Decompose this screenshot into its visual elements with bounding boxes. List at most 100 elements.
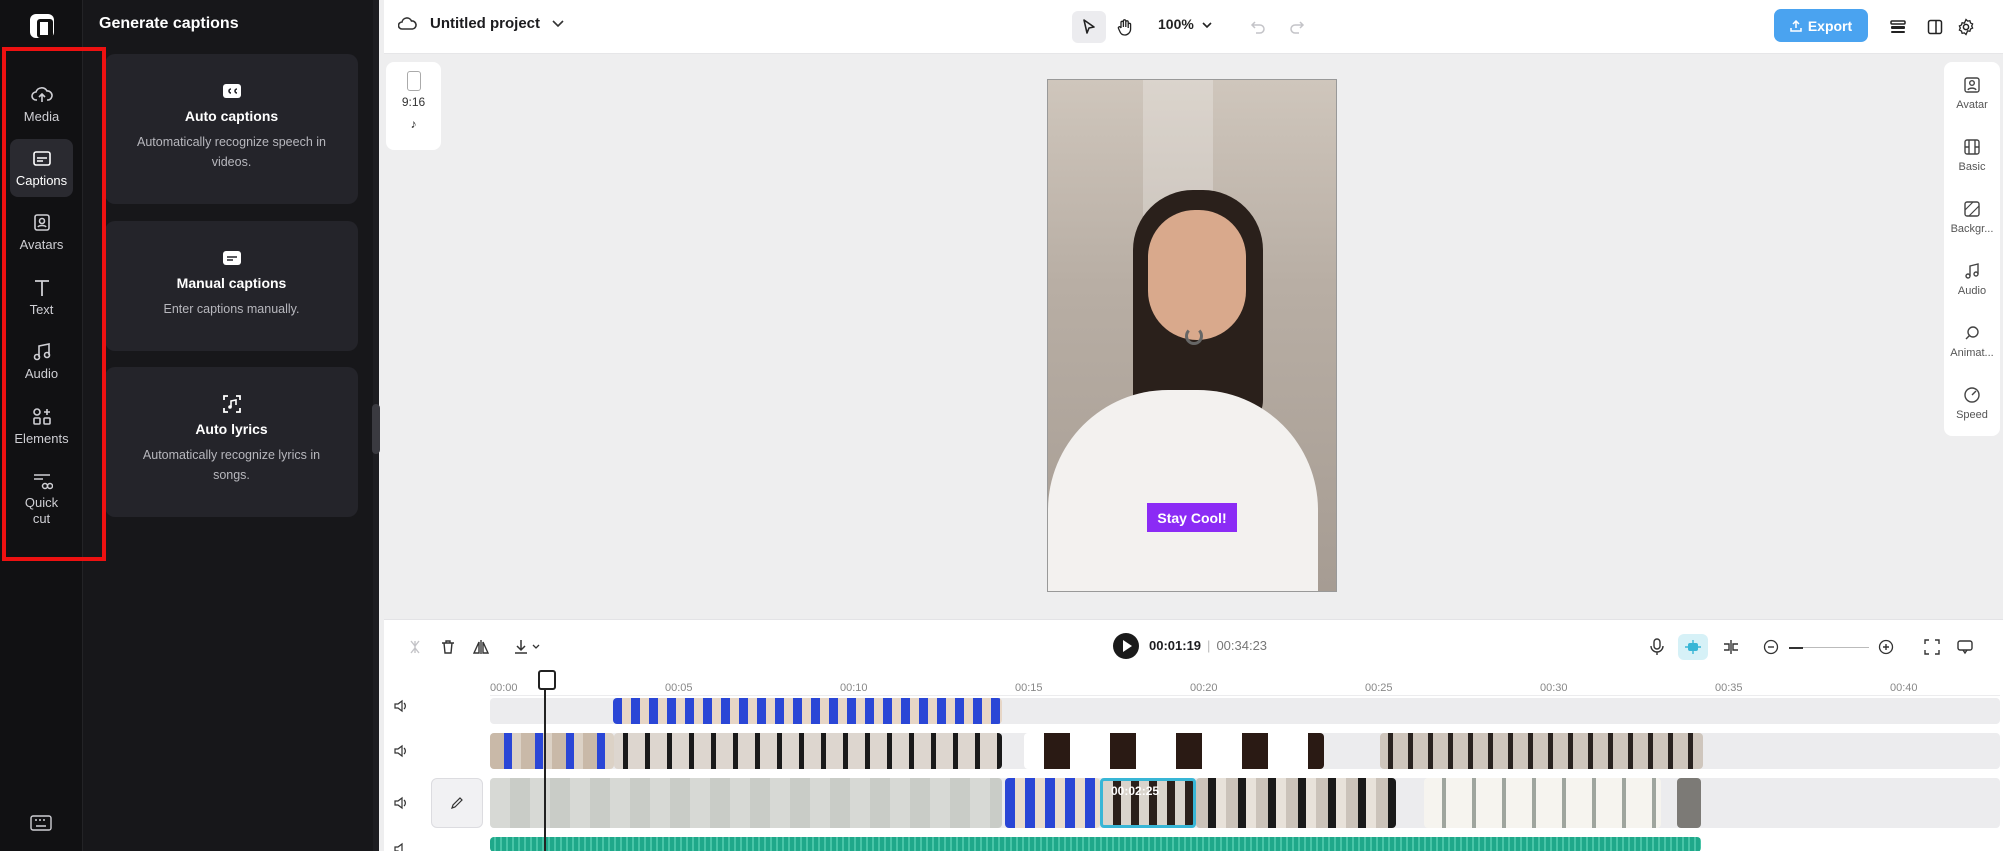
app-logo[interactable] [30,14,54,38]
aspect-ratio-box[interactable]: 9:16 ♪ [386,62,441,150]
rail-item-text[interactable]: Text [10,268,73,326]
settings-button[interactable] [1949,11,1983,43]
tool-avatar[interactable]: Avatar [1944,76,2000,111]
ruler-tick: 00:05 [665,682,693,694]
tool-audio[interactable]: Audio [1944,262,2000,297]
audio-clip[interactable] [490,837,1701,851]
time-ruler[interactable]: 00:00 00:05 00:10 00:15 00:20 00:25 00:3… [490,682,2000,696]
manual-captions-card[interactable]: Manual captions Enter captions manually. [105,221,358,351]
timeline: 00:01:19 | 00:34:23 00:00 00:05 00:10 00:1… [384,619,2003,851]
video-clip[interactable] [614,733,1002,769]
avatar-icon [1963,76,1981,94]
video-clip[interactable] [1005,778,1100,828]
select-tool-button[interactable] [1072,11,1106,43]
background-icon [1963,200,1981,218]
video-clip[interactable] [490,778,1002,828]
tool-speed[interactable]: Speed [1944,386,2000,421]
tool-label: Animat... [1950,347,1994,359]
track-mute-button[interactable] [394,699,410,715]
right-tool-rail: Avatar Basic Backgr... Audio Animat... S… [1944,62,2000,436]
zoom-dropdown[interactable]: 100% [1158,16,1212,32]
video-clip[interactable] [1380,733,1703,769]
text-icon [31,278,53,298]
video-clip[interactable] [613,698,1002,724]
trash-icon [440,639,456,655]
magnet-snap-toggle[interactable] [1678,634,1708,660]
zoom-value: 100% [1158,16,1194,32]
tool-background[interactable]: Backgr... [1944,200,2000,235]
card-description: Automatically recognize speech in videos… [137,135,326,169]
video-clip[interactable] [1196,778,1396,828]
cc-icon [221,80,243,102]
total-time: 00:34:23 [1216,638,1268,653]
phone-icon [406,71,421,91]
rail-item-label: Text [29,302,54,317]
cloud-sync-icon [398,16,418,32]
hand-tool-button[interactable] [1108,11,1142,43]
ruler-tick: 00:40 [1890,682,1918,694]
export-button[interactable]: Export [1774,9,1868,42]
captions-panel: Generate captions Auto captions Automati… [83,0,379,851]
plus-circle-icon [1878,639,1894,655]
playhead[interactable] [538,670,556,851]
undo-button[interactable] [1241,11,1275,43]
track-mute-button[interactable] [394,796,410,812]
auto-captions-card[interactable]: Auto captions Automatically recognize sp… [105,54,358,204]
track-mute-button[interactable] [394,842,410,851]
keyboard-shortcuts-icon[interactable] [30,815,52,831]
preview-person-body [1048,390,1318,591]
video-clip[interactable] [1424,778,1661,828]
tool-basic[interactable]: Basic [1944,138,2000,173]
video-clip[interactable] [1024,733,1324,769]
caption-overlay[interactable]: Stay Cool! [1147,503,1237,532]
selected-video-clip[interactable]: 00:02:25 [1100,778,1196,828]
chat-icon [1957,639,1973,655]
rail-item-audio[interactable]: Audio [10,332,73,390]
split-view-icon [1722,639,1740,655]
gear-icon [1957,18,1975,36]
tool-label: Speed [1956,409,1988,421]
split-clip-button[interactable] [404,636,426,658]
play-button[interactable] [1113,633,1139,659]
redo-button[interactable] [1280,11,1314,43]
feedback-button[interactable] [1954,636,1976,658]
rail-item-label: Avatars [19,237,64,252]
card-description: Automatically recognize lyrics in songs. [142,448,321,482]
download-dropdown[interactable] [510,636,546,658]
zoom-in-button[interactable] [1875,636,1897,658]
card-title: Manual captions [176,275,287,291]
cursor-icon [1081,18,1097,36]
rail-item-elements[interactable]: Elements [10,397,73,455]
zoom-out-button[interactable] [1760,636,1782,658]
project-menu[interactable]: Untitled project [398,15,564,32]
split-icon [408,639,422,655]
rail-item-quick-cut[interactable]: Quick cut [10,461,73,531]
fullscreen-button[interactable] [1921,636,1943,658]
layout-toggle-button[interactable] [1918,11,1952,43]
rail-item-captions[interactable]: Captions [10,139,73,197]
ruler-tick: 00:10 [840,682,868,694]
track-mute-button[interactable] [394,744,410,760]
delete-button[interactable] [437,636,459,658]
cover-edit-button[interactable] [431,778,483,828]
project-name: Untitled project [430,15,541,32]
tool-animation[interactable]: Animat... [1944,324,2000,359]
record-voice-button[interactable] [1646,636,1668,658]
split-view-button[interactable] [1720,636,1742,658]
video-preview[interactable]: Stay Cool! [1047,79,1337,592]
undo-icon [1250,20,1266,34]
subtitles-icon [221,247,243,269]
rail-item-avatars[interactable]: Avatars [10,203,73,261]
panel-title: Generate captions [99,15,239,32]
ratio-label: 9:16 [401,95,426,109]
video-clip[interactable] [490,733,614,769]
rail-item-media[interactable]: Media [10,75,73,133]
ruler-tick: 00:30 [1540,682,1568,694]
layers-button[interactable] [1881,11,1915,43]
flip-button[interactable] [470,636,492,658]
zoom-slider[interactable] [1789,647,1869,649]
video-clip[interactable] [1677,778,1701,828]
auto-lyrics-card[interactable]: Auto lyrics Automatically recognize lyri… [105,367,358,517]
clip-duration: 00:02:25 [1111,784,1160,798]
panel-collapse-handle[interactable] [372,404,380,454]
